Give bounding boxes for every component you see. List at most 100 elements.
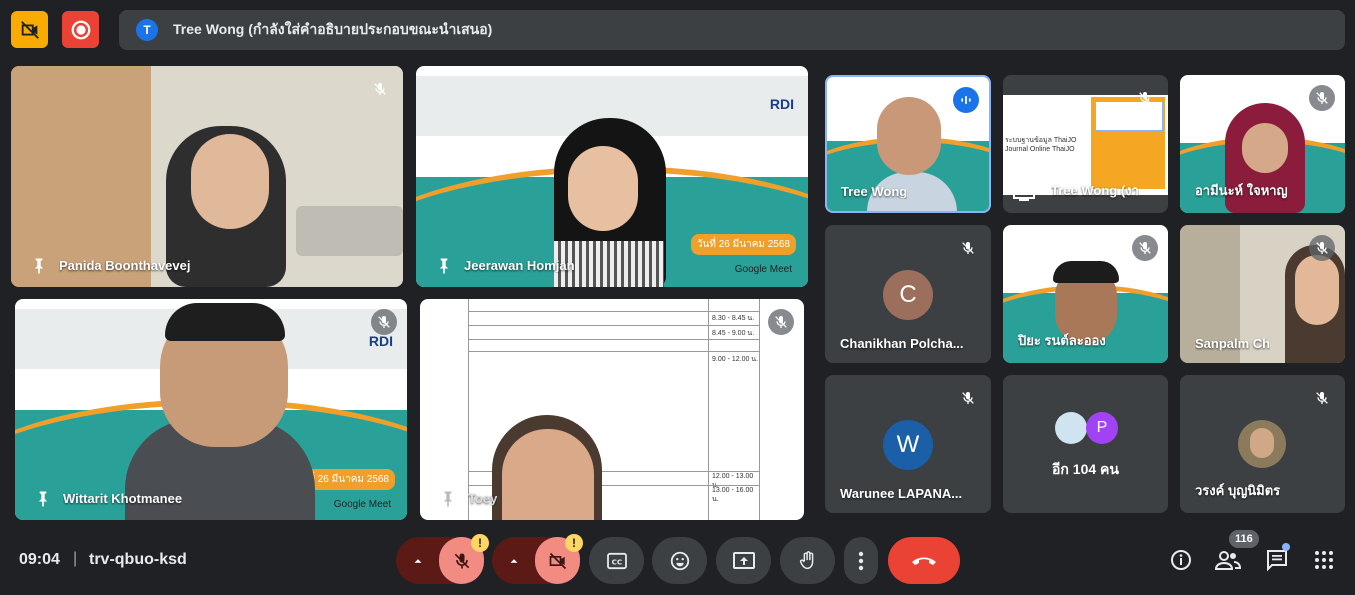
muted-mic-indicator [955, 235, 981, 261]
time-cell: 9.00 - 12.00 น. [712, 356, 759, 363]
table-row-divider [469, 311, 759, 312]
video-options-button[interactable] [492, 537, 535, 584]
mic-off-icon [1139, 242, 1151, 254]
muted-mic-indicator [955, 385, 981, 411]
captions-button[interactable]: CC [589, 537, 644, 584]
participant-tile-aminah[interactable]: อามีนะห์ ใจหาญ [1180, 75, 1345, 213]
meeting-code: trv-qbuo-ksd [89, 551, 187, 568]
participant-name: Tree Wong [841, 184, 908, 199]
no-recording-button[interactable] [11, 11, 48, 48]
date-badge: วันที่ 26 มีนาคม 2568 [690, 234, 796, 255]
rdi-logo: RDI [368, 333, 393, 349]
participant-tile-toey[interactable]: 8.30 - 8.45 น. 8.45 - 9.00 น. 9.00 - 12.… [420, 299, 804, 520]
presenting-banner[interactable]: T Tree Wong (กำลังใส่คำอธิบายประกอบขณะนำ… [119, 10, 1345, 50]
pin-icon[interactable] [434, 256, 454, 276]
person-hair [1053, 261, 1119, 283]
table-row-divider [469, 325, 759, 326]
audio-options-button[interactable] [396, 537, 439, 584]
person-face [568, 146, 638, 231]
video-off-icon [20, 20, 39, 39]
record-icon [71, 20, 90, 39]
muted-mic-indicator [768, 309, 794, 335]
more-options-button[interactable] [844, 537, 878, 584]
audio-level-icon [961, 95, 971, 105]
person-face [877, 97, 941, 175]
muted-mic-indicator [1309, 85, 1335, 111]
participant-name: วรงค์ บุญนิมิตร [1195, 483, 1281, 498]
present-screen-icon [1013, 185, 1035, 201]
mic-off-icon [962, 242, 974, 254]
present-now-button[interactable] [716, 537, 771, 584]
mic-off-icon [378, 316, 390, 328]
participant-name: Jeerawan Homjan [464, 258, 575, 273]
pin-icon[interactable] [29, 256, 49, 276]
time-cell: 8.30 - 8.45 น. [712, 315, 755, 322]
participant-name: Panida Boonthavevej [59, 258, 191, 273]
reactions-button[interactable] [652, 537, 707, 584]
chevron-up-icon [414, 558, 421, 563]
participant-tile-jeerawan[interactable]: RDI วันที่ 26 มีนาคม 2568 Google Meet Je… [416, 66, 808, 287]
avatar: W [883, 420, 933, 470]
participant-tile-worawong[interactable]: วรงค์ บุญนิมิตร [1180, 375, 1345, 513]
present-screen-icon [732, 551, 755, 569]
participant-name: อามีนะห์ ใจหาญ [1195, 183, 1288, 198]
avatar [1238, 420, 1286, 468]
mic-off-icon [1316, 92, 1328, 104]
participant-name: Wittarit Khotmanee [63, 491, 183, 506]
camera-warning-badge: ! [565, 534, 583, 552]
mic-off-icon [962, 392, 974, 404]
pin-icon[interactable] [438, 489, 458, 509]
people-button[interactable] [1214, 546, 1242, 574]
recording-button[interactable] [62, 11, 99, 48]
apps-grid-icon [1315, 551, 1333, 569]
activities-button[interactable] [1310, 546, 1338, 574]
presentation-text: ระบบฐานข้อมูล ThaiJO Journal Online Thai… [1005, 137, 1077, 153]
participant-tile-piya[interactable]: ปิยะ รนต์ละออง [1003, 225, 1168, 363]
call-end-icon [912, 557, 936, 565]
more-participants-tile[interactable]: P อีก 104 คน [1003, 375, 1168, 513]
pin-icon[interactable] [33, 489, 53, 509]
wall-panel [11, 66, 151, 287]
participant-tile-sanpalm[interactable]: Sanpalm Ch [1180, 225, 1345, 363]
muted-mic-indicator [1132, 85, 1158, 111]
mic-off-icon [1139, 92, 1151, 104]
participant-name: ปิยะ รนต์ละออง [1018, 333, 1106, 348]
muted-mic-indicator [371, 309, 397, 335]
participant-avatar-small [1055, 412, 1087, 444]
participant-tile-chanikhan[interactable]: C Chanikhan Polcha... [825, 225, 991, 363]
mic-off-icon [454, 553, 469, 568]
muted-mic-indicator [1309, 385, 1335, 411]
participant-tile-panida[interactable]: Panida Boonthavevej [11, 66, 403, 287]
person-face [502, 429, 594, 520]
chat-icon [1267, 550, 1287, 572]
meeting-info-separator: | [73, 550, 78, 567]
raise-hand-button[interactable] [780, 537, 835, 584]
participant-name: Chanikhan Polcha... [840, 336, 964, 351]
svg-text:CC: CC [611, 557, 622, 566]
hand-icon [799, 550, 813, 569]
participant-tile-wittarit[interactable]: RDI วันที่ 26 มีนาคม 2568 Google Meet Wi… [15, 299, 407, 520]
chevron-up-icon [510, 558, 517, 563]
participant-tile-warunee[interactable]: W Warunee LAPANA... [825, 375, 991, 513]
google-meet-label: Google Meet [333, 499, 391, 510]
info-icon [1171, 550, 1191, 570]
muted-mic-indicator [367, 76, 393, 102]
table-row-divider [469, 339, 759, 340]
leave-call-button[interactable] [888, 537, 960, 584]
people-icon [1215, 551, 1241, 570]
participant-tile-tree-wong-presentation[interactable]: ระบบฐานข้อมูล ThaiJO Journal Online Thai… [1003, 75, 1168, 213]
video-off-icon [549, 552, 566, 569]
participant-tile-tree-wong[interactable]: Tree Wong [825, 75, 991, 213]
mic-warning-badge: ! [471, 534, 489, 552]
avatar: C [883, 270, 933, 320]
muted-mic-indicator [1309, 235, 1335, 261]
muted-mic-indicator [1132, 235, 1158, 261]
participant-name: Sanpalm Ch [1195, 336, 1271, 351]
mic-off-icon [775, 316, 787, 328]
meeting-details-button[interactable] [1167, 546, 1195, 574]
person-face [1295, 255, 1339, 325]
meeting-clock: 09:04 [19, 551, 60, 568]
person-hair [165, 303, 285, 341]
closed-captions-icon: CC [606, 552, 627, 569]
chat-unread-dot [1282, 543, 1290, 551]
